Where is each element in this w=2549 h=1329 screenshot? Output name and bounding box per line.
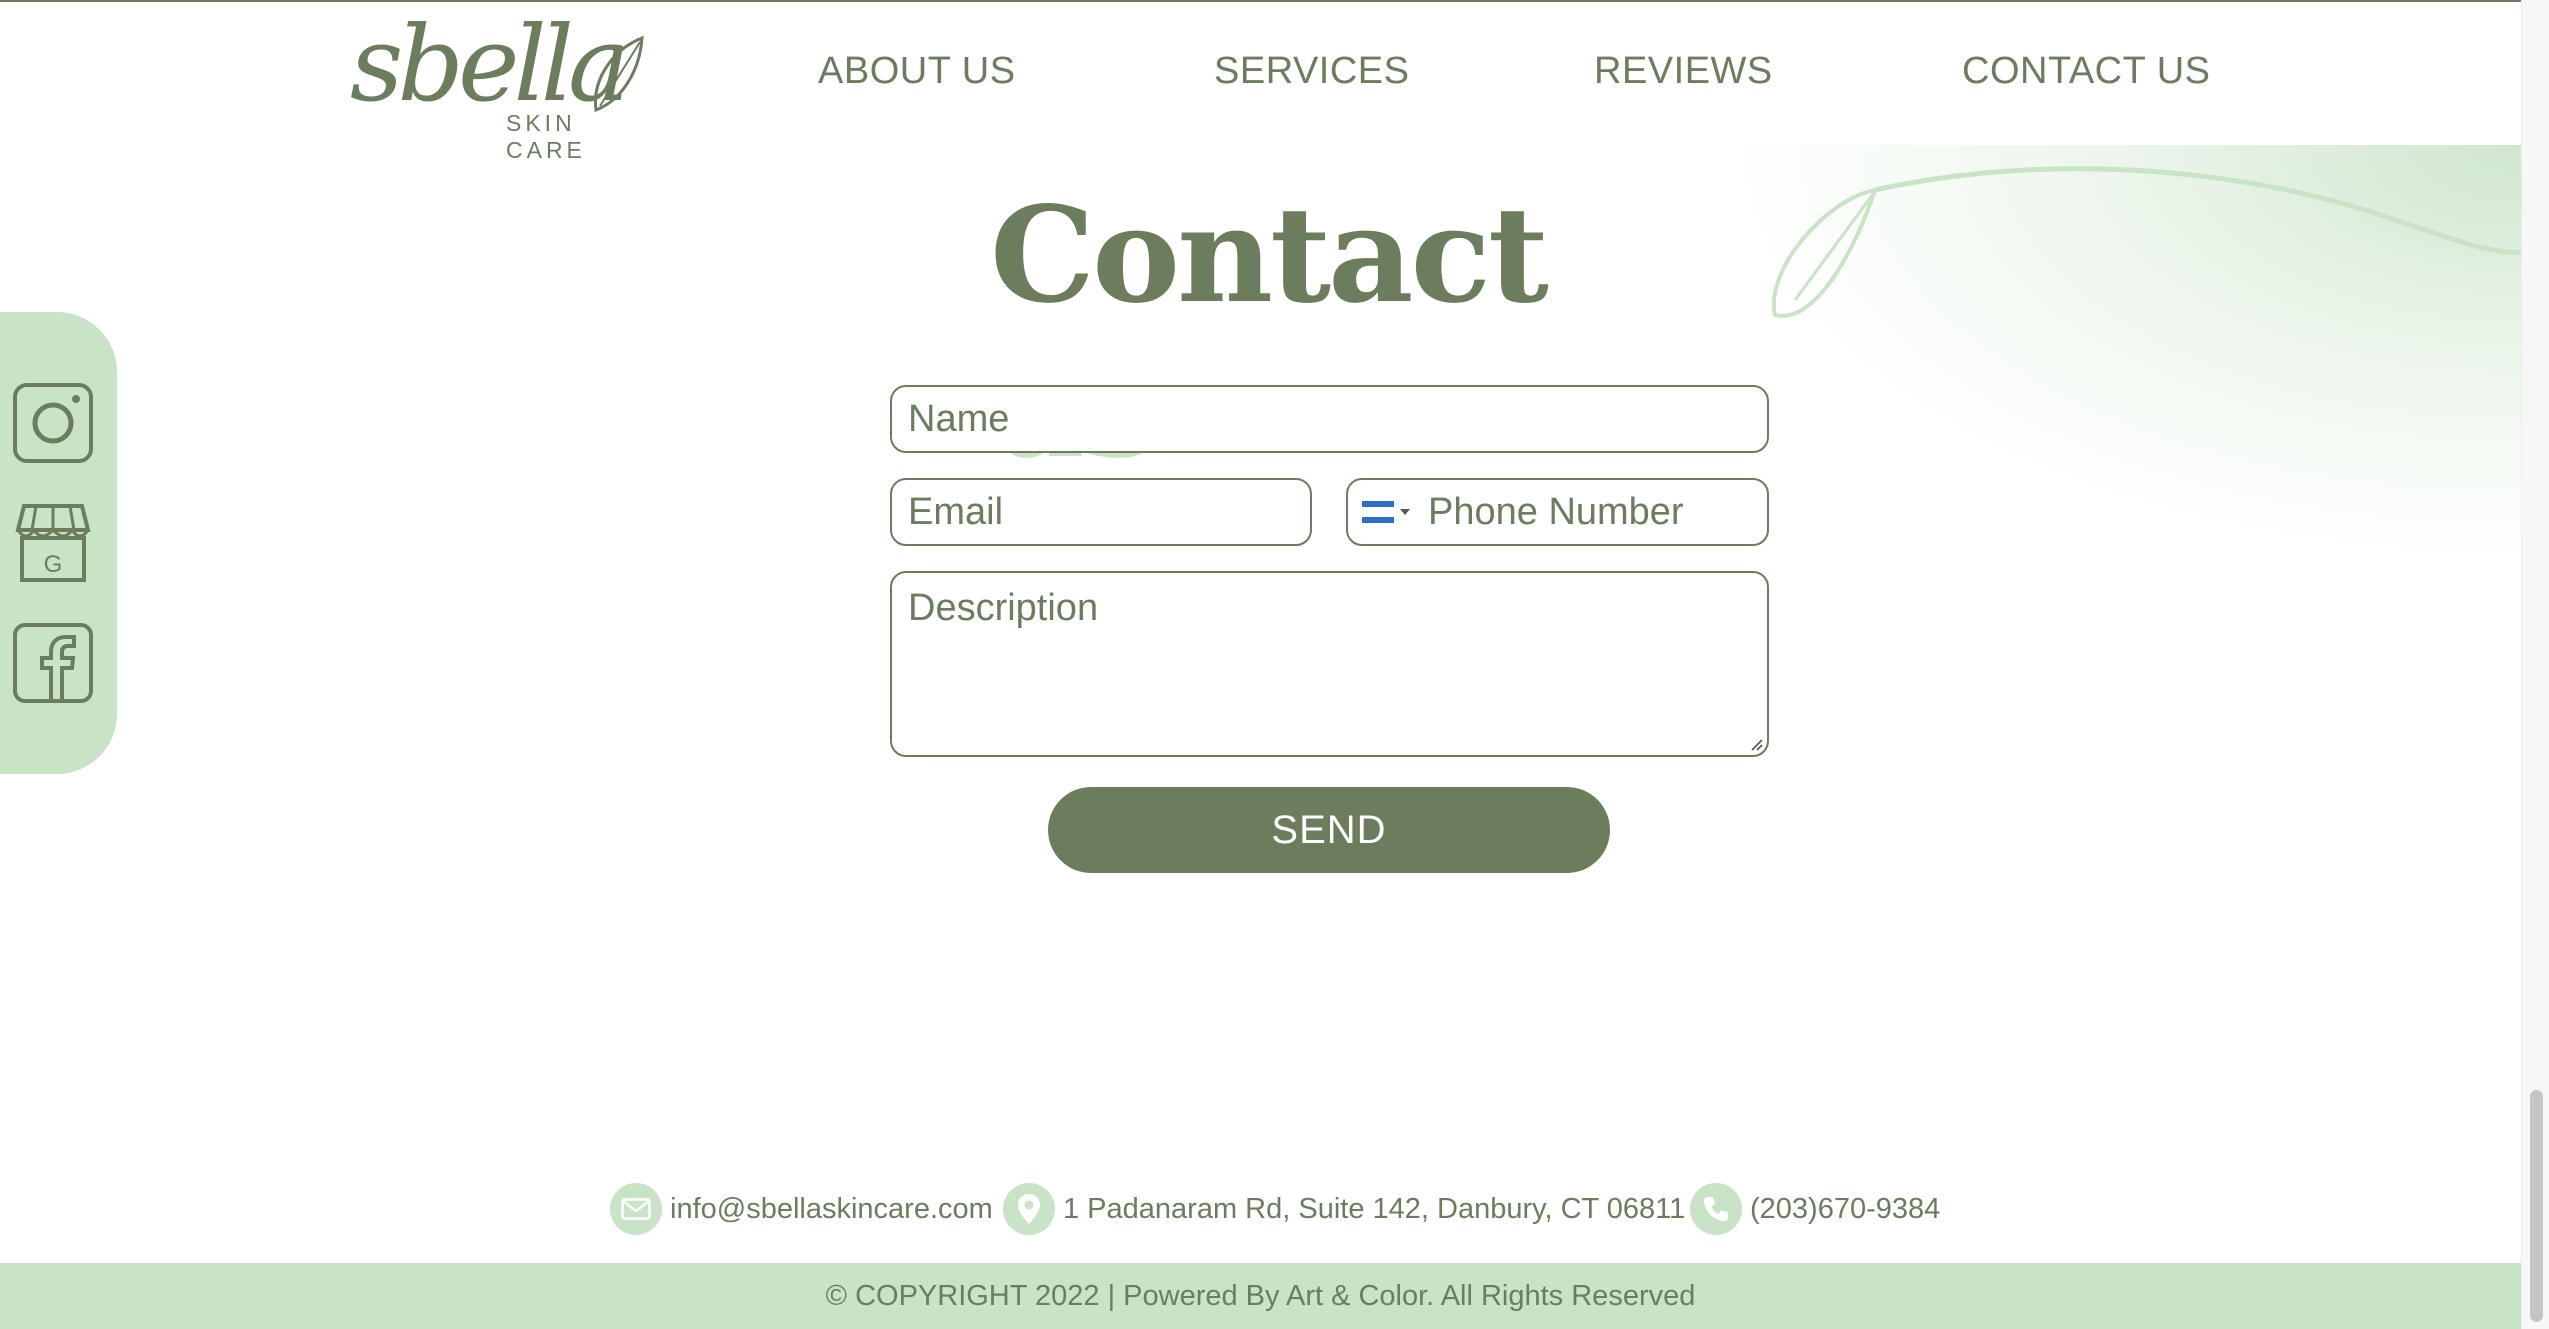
nav-reviews[interactable]: REVIEWS xyxy=(1594,50,1773,93)
contact-phone-text: (203)670-9384 xyxy=(1750,1192,1941,1225)
name-input[interactable]: Name xyxy=(890,385,1769,453)
phone-placeholder: Phone Number xyxy=(1428,490,1684,533)
email-placeholder: Email xyxy=(908,490,1004,533)
contact-title: Contact us xyxy=(990,178,1690,488)
google-business-icon[interactable]: G xyxy=(12,502,94,584)
phone-icon xyxy=(1690,1183,1742,1235)
copyright-text: © COPYRIGHT 2022 | Powered By Art & Colo… xyxy=(825,1279,1696,1312)
contact-address-text: 1 Padanaram Rd, Suite 142, Danbury, CT 0… xyxy=(1063,1192,1686,1225)
social-sidebar: G xyxy=(0,312,117,774)
resize-handle-icon[interactable] xyxy=(1749,737,1763,751)
nav-about-us[interactable]: ABOUT US xyxy=(818,50,1016,93)
contact-address[interactable]: 1 Padanaram Rd, Suite 142, Danbury, CT 0… xyxy=(1003,1183,1685,1235)
email-input[interactable]: Email xyxy=(890,478,1312,546)
site-header: sbella SKIN CARE ABOUT US SERVICES REVIE… xyxy=(0,0,2521,163)
contact-title-main: Contact xyxy=(990,178,1549,333)
scrollbar-thumb[interactable] xyxy=(2530,1090,2543,1322)
country-flag-icon[interactable] xyxy=(1362,501,1394,523)
svg-text:G: G xyxy=(44,551,63,578)
location-pin-icon xyxy=(1003,1183,1055,1235)
country-dropdown-caret-icon[interactable] xyxy=(1400,509,1410,515)
name-placeholder: Name xyxy=(908,397,1010,440)
send-button[interactable]: SEND xyxy=(1048,787,1610,873)
decorative-leaf-illustration xyxy=(1771,166,2521,318)
site-footer: © COPYRIGHT 2022 | Powered By Art & Colo… xyxy=(0,1263,2521,1329)
sbella-logo[interactable]: sbella SKIN CARE xyxy=(350,4,644,163)
logo-subtitle: SKIN CARE xyxy=(506,110,586,163)
facebook-icon[interactable] xyxy=(12,622,94,704)
contact-email[interactable]: info@sbellaskincare.com xyxy=(610,1183,993,1235)
leaf-icon xyxy=(594,35,644,113)
contact-email-text: info@sbellaskincare.com xyxy=(670,1192,993,1225)
instagram-icon[interactable] xyxy=(12,382,94,464)
envelope-icon xyxy=(610,1183,662,1235)
description-placeholder: Description xyxy=(908,587,1099,629)
contact-phone[interactable]: (203)670-9384 xyxy=(1690,1183,1940,1235)
nav-services[interactable]: SERVICES xyxy=(1214,50,1409,93)
nav-contact-us[interactable]: CONTACT US xyxy=(1962,50,2211,93)
description-textarea[interactable]: Description xyxy=(890,571,1769,757)
phone-input[interactable]: Phone Number xyxy=(1346,478,1769,546)
